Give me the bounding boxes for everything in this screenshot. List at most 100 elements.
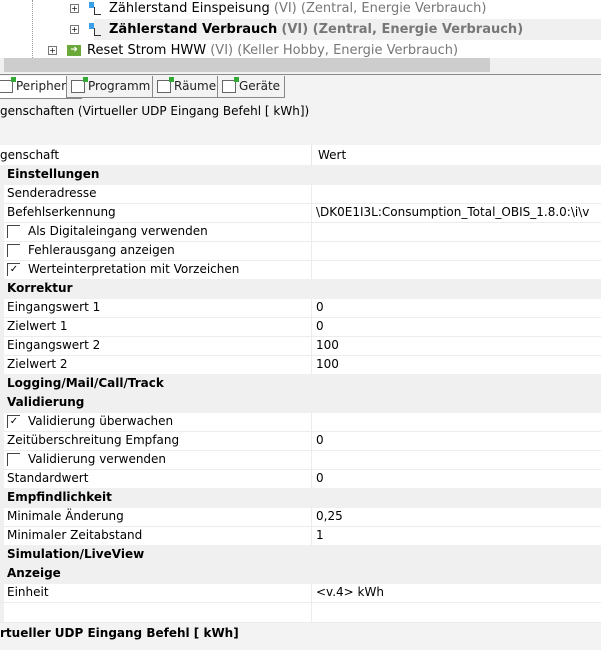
tab-label: Geräte: [239, 79, 281, 93]
property-value[interactable]: [311, 260, 316, 279]
property-value[interactable]: <v.4> kWh: [311, 583, 384, 602]
property-value: [311, 374, 315, 393]
property-name: Logging/Mail/Call/Track: [7, 374, 164, 392]
column-header-value[interactable]: Wert: [311, 145, 346, 165]
tree-item-suffix: (VI) (Keller Hobby, Energie Verbrauch): [210, 43, 459, 58]
property-value: [311, 165, 315, 184]
property-name: Zielwert 1: [7, 317, 68, 335]
property-row[interactable]: Minimaler Zeitabstand 1: [0, 526, 601, 546]
tab-label: Programm: [88, 79, 151, 93]
checkbox[interactable]: ✓: [7, 415, 20, 428]
checkbox[interactable]: ✓: [7, 263, 20, 276]
property-label: Eingangswert 2: [7, 338, 101, 352]
category-row[interactable]: Empfindlichkeit: [0, 488, 601, 508]
row-gutter: [0, 222, 4, 241]
tab-geraete[interactable]: Geräte: [217, 76, 286, 98]
property-row[interactable]: ✓ Validierung überwachen: [0, 412, 601, 432]
property-name: Validierung: [7, 393, 84, 411]
category-row[interactable]: Simulation/LiveView: [0, 545, 601, 565]
tree-item-zaehlerstand-verbrauch[interactable]: + Zählerstand Verbrauch (VI) (Zentral, En…: [70, 19, 601, 40]
property-name: Anzeige: [7, 564, 61, 582]
property-value[interactable]: 0: [311, 317, 324, 336]
property-row[interactable]: Minimale Änderung 0,25: [0, 507, 601, 527]
checkbox[interactable]: [7, 244, 20, 257]
row-gutter: [0, 450, 4, 469]
property-name: Validierung verwenden: [7, 450, 166, 468]
horizontal-scrollbar[interactable]: [0, 58, 601, 73]
property-row[interactable]: Zielwert 2 100: [0, 355, 601, 375]
tree-item-suffix: (VI) (Zentral, Energie Verbrauch): [273, 1, 487, 16]
checkbox[interactable]: [7, 225, 20, 238]
property-row[interactable]: Zielwert 1 0: [0, 317, 601, 337]
property-value: [311, 564, 315, 583]
expand-icon[interactable]: +: [70, 25, 79, 34]
property-row[interactable]: Fehlerausgang anzeigen: [0, 241, 601, 261]
property-label: Validierung verwenden: [28, 452, 167, 466]
tree-item-label: Zählerstand Verbrauch: [109, 22, 278, 37]
property-value[interactable]: 0: [311, 469, 324, 488]
property-row[interactable]: Eingangswert 1 0: [0, 298, 601, 318]
property-name: Eingangswert 1: [7, 298, 100, 316]
property-row[interactable]: Standardwert 0: [0, 469, 601, 489]
tree-item-zaehlerstand-einspeisung[interactable]: + Zählerstand Einspeisung (VI) (Zentral, …: [70, 0, 486, 19]
property-row[interactable]: Zeitüberschreitung Empfang 0: [0, 431, 601, 451]
property-row[interactable]: Validierung verwenden: [0, 450, 601, 470]
category-row[interactable]: Anzeige: [0, 564, 601, 584]
tab-raeume[interactable]: Räume: [152, 76, 222, 98]
tab-bar: Peripherie Programm Räume Geräte: [0, 74, 601, 99]
row-gutter: [0, 241, 4, 260]
expand-icon[interactable]: +: [70, 4, 79, 13]
property-value[interactable]: [311, 450, 316, 469]
property-row[interactable]: Einheit <v.4> kWh: [0, 583, 601, 603]
category-row[interactable]: Einstellungen: [0, 165, 601, 185]
property-row[interactable]: ✓ Werteinterpretation mit Vorzeichen: [0, 260, 601, 280]
scrollbar-thumb[interactable]: [4, 58, 490, 72]
category-row[interactable]: Korrektur: [0, 279, 601, 299]
property-name: Standardwert: [7, 469, 88, 487]
category-row[interactable]: Validierung: [0, 393, 601, 413]
row-gutter: [0, 431, 4, 450]
property-name: Empfindlichkeit: [7, 488, 112, 506]
tab-icon: [0, 77, 16, 93]
property-value[interactable]: [311, 222, 316, 241]
property-label: Simulation/LiveView: [7, 547, 145, 561]
property-value: [311, 545, 315, 564]
expand-icon[interactable]: +: [48, 46, 57, 55]
property-value[interactable]: 0: [311, 431, 324, 450]
property-value[interactable]: [311, 184, 316, 203]
row-gutter: [0, 336, 4, 355]
property-value[interactable]: [311, 241, 316, 260]
property-row[interactable]: Senderadresse: [0, 184, 601, 204]
property-label: Zeitüberschreitung Empfang: [7, 433, 180, 447]
property-value: [311, 488, 315, 507]
property-grid: genschaft Wert Einstellungen Senderadress…: [0, 145, 601, 623]
tab-icon: [222, 77, 239, 93]
property-value[interactable]: [311, 412, 316, 431]
tree-item-suffix: (VI) (Zentral, Energie Verbrauch): [281, 22, 524, 37]
property-label: Senderadresse: [7, 186, 97, 200]
property-row[interactable]: Eingangswert 2 100: [0, 336, 601, 356]
property-value[interactable]: \DK0E1I3L:Consumption_Total_OBIS_1.8.0:\…: [311, 203, 589, 222]
tab-icon: [71, 77, 88, 93]
empty-value: [311, 603, 316, 622]
property-value[interactable]: 100: [311, 336, 339, 355]
property-value[interactable]: 0: [311, 298, 324, 317]
property-label: Zielwert 1: [7, 319, 68, 333]
property-label: Validierung: [7, 395, 85, 409]
property-name: ✓ Validierung überwachen: [7, 412, 173, 430]
column-header-property[interactable]: genschaft: [0, 145, 59, 165]
property-row[interactable]: Als Digitaleingang verwenden: [0, 222, 601, 242]
property-value[interactable]: 100: [311, 355, 339, 374]
virtual-input-icon: [89, 1, 103, 16]
property-row[interactable]: Befehlserkennung \DK0E1I3L:Consumption_To…: [0, 203, 601, 223]
category-row[interactable]: Logging/Mail/Call/Track: [0, 374, 601, 394]
property-value[interactable]: 1: [311, 526, 324, 545]
tree-item-label: Reset Strom HWW: [87, 43, 207, 58]
property-name: Zielwert 2: [7, 355, 68, 373]
property-name: Fehlerausgang anzeigen: [7, 241, 175, 259]
checkbox[interactable]: [7, 453, 20, 466]
property-value: [311, 279, 315, 298]
property-value[interactable]: 0,25: [311, 507, 343, 526]
row-gutter: [0, 583, 4, 602]
tab-programm[interactable]: Programm: [66, 76, 156, 98]
